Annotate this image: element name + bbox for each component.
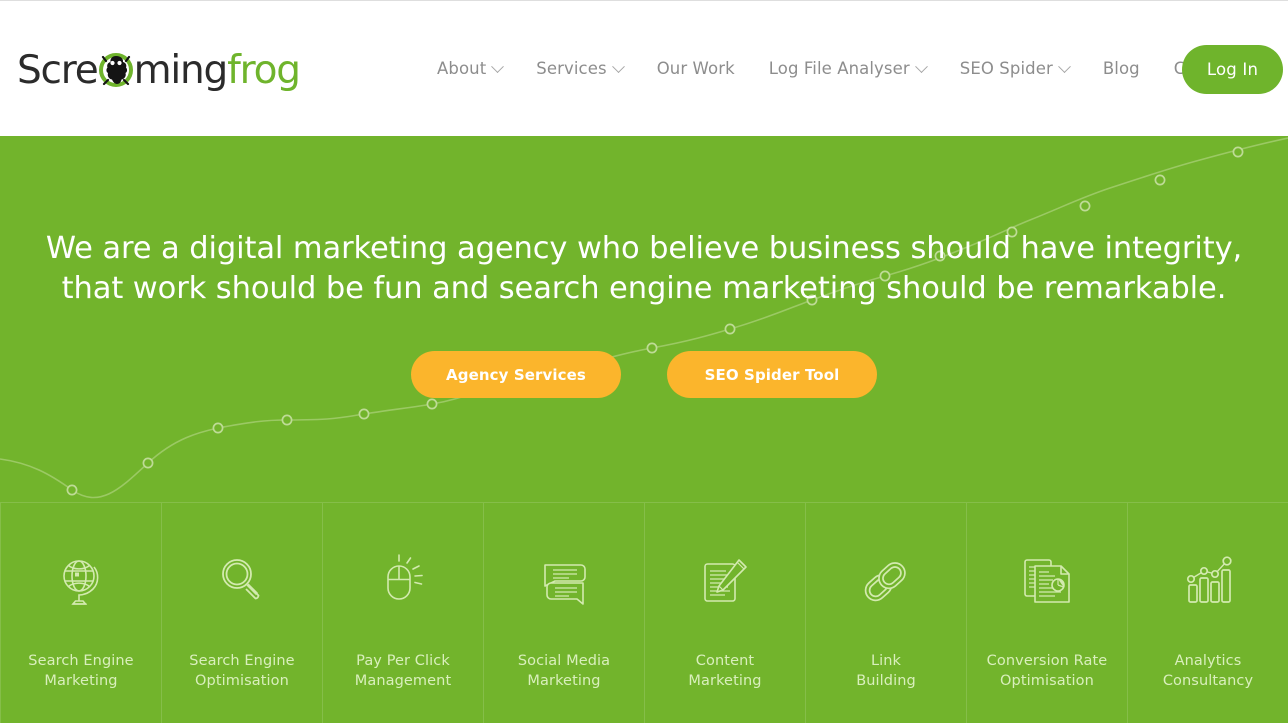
service-tile-link-building[interactable]: Link Building <box>806 503 967 723</box>
login-button[interactable]: Log In <box>1182 45 1283 94</box>
hero-content: We are a digital marketing agency who be… <box>0 136 1288 398</box>
tile-label: Search Engine Optimisation <box>189 653 295 689</box>
nav-label: SEO Spider <box>959 59 1053 78</box>
nav-item-blog[interactable]: Blog <box>1086 51 1157 87</box>
hero-section: We are a digital marketing agency who be… <box>0 136 1288 502</box>
nav-item-seo-spider[interactable]: SEO Spider <box>943 51 1086 87</box>
nav-label: Blog <box>1102 59 1140 78</box>
service-tile-content-marketing[interactable]: Content Marketing <box>645 503 806 723</box>
frog-globe-icon <box>98 52 133 87</box>
service-tile-search-engine-marketing[interactable]: Search Engine Marketing <box>0 503 162 723</box>
nav-item-about[interactable]: About <box>420 51 519 87</box>
document-pencil-icon <box>694 551 756 613</box>
tile-label: Analytics Consultancy <box>1162 653 1254 689</box>
chevron-down-icon <box>1057 59 1071 73</box>
service-tile-analytics-consultancy[interactable]: Analytics Consultancy <box>1128 503 1288 723</box>
hero-cta-group: Agency Services SEO Spider Tool <box>0 351 1288 398</box>
logo-text-part1: Scre <box>17 47 99 93</box>
nav-label: Our Work <box>656 59 735 78</box>
logo-text-part2: ming <box>133 47 229 93</box>
hero-headline-line2: that work should be fun and search engin… <box>61 271 1227 306</box>
globe-icon <box>50 551 112 613</box>
chevron-down-icon <box>491 59 505 73</box>
documents-chart-icon <box>1016 551 1078 613</box>
chevron-down-icon <box>914 59 928 73</box>
main-navigation: About Services Our Work Log File Analyse… <box>420 51 1256 87</box>
hero-headline: We are a digital marketing agency who be… <box>0 229 1288 309</box>
agency-services-button[interactable]: Agency Services <box>411 351 621 398</box>
service-tile-conversion-rate-optimisation[interactable]: Conversion Rate Optimisation <box>967 503 1128 723</box>
seo-spider-tool-button[interactable]: SEO Spider Tool <box>667 351 877 398</box>
tile-label: Pay Per Click Management <box>354 653 452 689</box>
tile-label: Link Building <box>856 653 916 689</box>
service-tile-search-engine-optimisation[interactable]: Search Engine Optimisation <box>162 503 323 723</box>
nav-item-log-file-analyser[interactable]: Log File Analyser <box>752 51 943 87</box>
tile-label: Search Engine Marketing <box>28 653 134 689</box>
nav-item-services[interactable]: Services <box>519 51 639 87</box>
bar-chart-trend-icon <box>1177 551 1239 613</box>
mouse-click-icon <box>372 551 434 613</box>
nav-label: About <box>437 59 487 78</box>
tile-label: Social Media Marketing <box>517 653 611 689</box>
magnifier-icon <box>211 551 273 613</box>
hero-headline-line1: We are a digital marketing agency who be… <box>45 231 1243 266</box>
chevron-down-icon <box>611 59 625 73</box>
logo-text-part3: frog <box>227 47 301 93</box>
chain-links-icon <box>855 551 917 613</box>
landing-page: Scre ming frog About Services Our Work L… <box>0 0 1288 723</box>
site-header: Scre ming frog About Services Our Work L… <box>0 0 1288 136</box>
service-tile-social-media-marketing[interactable]: Social Media Marketing <box>484 503 645 723</box>
chat-bubbles-icon <box>533 551 595 613</box>
nav-label: Services <box>536 59 607 78</box>
services-tile-strip: Search Engine Marketing Search Engine Op… <box>0 502 1288 723</box>
nav-item-our-work[interactable]: Our Work <box>640 51 752 87</box>
site-logo[interactable]: Scre ming frog <box>17 41 301 97</box>
nav-label: Log File Analyser <box>768 59 910 78</box>
tile-label: Content Marketing <box>688 653 762 689</box>
service-tile-pay-per-click-management[interactable]: Pay Per Click Management <box>323 503 484 723</box>
tile-label: Conversion Rate Optimisation <box>986 653 1108 689</box>
